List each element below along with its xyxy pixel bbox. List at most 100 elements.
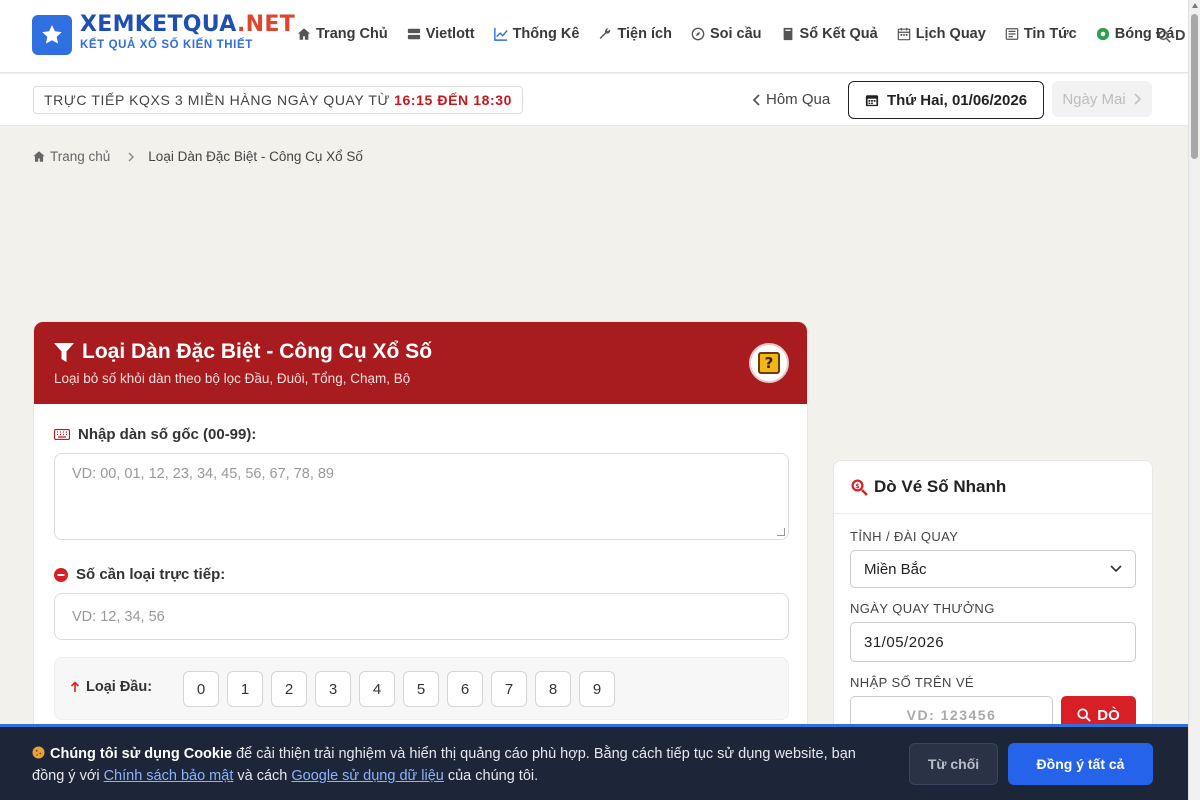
divider <box>834 513 1152 514</box>
chevron-right-icon <box>1134 93 1141 105</box>
prev-day-button[interactable]: Hôm Qua <box>752 91 830 108</box>
google-data-link[interactable]: Google sử dụng dữ liệu <box>291 768 443 784</box>
logo-main-a: XEMKETQUA <box>80 12 237 37</box>
ticket-title: $ Dò Vé Số Nhanh <box>850 477 1006 497</box>
cookie-message: Chúng tôi sử dụng Cookie để cải thiện tr… <box>32 743 872 787</box>
resize-grip-icon[interactable] <box>777 528 785 536</box>
compass-icon <box>691 27 705 41</box>
cookie-reject-button[interactable]: Từ chối <box>909 743 998 785</box>
draw-date-input[interactable]: 31/05/2026 <box>850 622 1136 662</box>
cookie-banner: Chúng tôi sử dụng Cookie để cải thiện tr… <box>0 724 1188 800</box>
source-numbers-textarea[interactable]: VD: 00, 01, 12, 23, 34, 45, 56, 67, 78, … <box>54 453 789 540</box>
nav-item-statistics[interactable]: Thống Kê <box>493 26 580 42</box>
nav-item-results-book[interactable]: Sổ Kết Quả <box>781 26 878 42</box>
scroll-up-arrow-icon[interactable] <box>1192 3 1198 8</box>
filter-icon <box>54 342 74 362</box>
live-time: 16:15 ĐẾN 18:30 <box>394 92 513 108</box>
logo-tagline: KẾT QUẢ XỔ SỐ KIẾN THIẾT <box>80 39 253 51</box>
soccer-ball-icon <box>1096 27 1109 41</box>
search-dollar-icon: $ <box>851 479 868 496</box>
breadcrumb: Trang chủ Loại Dàn Đặc Biệt - Công Cụ Xổ… <box>32 149 363 164</box>
wrench-icon <box>600 28 611 39</box>
province-select[interactable]: Miền Bắc <box>850 550 1136 588</box>
logo-star-icon[interactable] <box>32 15 72 55</box>
svg-text:$: $ <box>855 483 859 490</box>
remove-placeholder: VD: 12, 34, 56 <box>72 608 165 625</box>
head-digit-group: 0 1 2 3 4 5 6 7 8 9 <box>183 671 615 707</box>
remove-label: Số cần loại trực tiếp: <box>54 566 225 583</box>
prev-day-label: Hôm Qua <box>766 91 831 108</box>
tool-subtitle: Loại bỏ số khỏi dàn theo bộ lọc Đầu, Đuô… <box>54 371 411 386</box>
head-digit-9[interactable]: 9 <box>579 671 615 707</box>
head-digit-1[interactable]: 1 <box>227 671 263 707</box>
next-day-label: Ngày Mai <box>1062 90 1126 108</box>
source-label: Nhập dàn số gốc (00-99): <box>54 426 256 443</box>
nav-item-schedule[interactable]: Lịch Quay <box>897 26 986 42</box>
tool-title-text: Loại Dàn Đặc Biệt - Công Cụ Xổ Số <box>82 340 433 363</box>
head-digit-2[interactable]: 2 <box>271 671 307 707</box>
ticket-title-text: Dò Vé Số Nhanh <box>874 477 1007 496</box>
head-digit-8[interactable]: 8 <box>535 671 571 707</box>
site-header: XEMKETQUA.NET KẾT QUẢ XỔ SỐ KIẾN THIẾT T… <box>0 0 1188 73</box>
calendar-icon <box>897 27 911 41</box>
breadcrumb-home-label: Trang chủ <box>50 149 111 164</box>
date-label: NGÀY QUAY THƯỞNG <box>850 601 995 616</box>
page-scrollbar[interactable] <box>1188 0 1200 800</box>
question-block-icon: ? <box>758 352 780 374</box>
ticket-number-label: NHẬP SỐ TRÊN VÉ <box>850 675 974 690</box>
nav-item-soi-cau[interactable]: Soi cầu <box>691 26 762 42</box>
nav-item-utilities[interactable]: Tiện ích <box>598 26 672 42</box>
date-bar: TRỰC TIẾP KQXS 3 MIỀN HÀNG NGÀY QUAY TỪ … <box>0 74 1188 126</box>
newspaper-icon <box>1005 28 1019 40</box>
cookie-text-2: và cách <box>233 768 292 784</box>
check-ticket-label: DÒ <box>1097 706 1120 724</box>
home-icon <box>297 28 311 40</box>
live-banner: TRỰC TIẾP KQXS 3 MIỀN HÀNG NGÀY QUAY TỪ … <box>33 86 524 114</box>
cookie-bold-text: Chúng tôi sử dụng Cookie <box>50 746 233 762</box>
breadcrumb-home[interactable]: Trang chủ <box>32 149 110 164</box>
nav-item-home[interactable]: Trang Chủ <box>297 26 388 42</box>
chevron-left-icon <box>752 93 760 106</box>
nav-label: Trang Chủ <box>316 26 388 42</box>
nav-item-news[interactable]: Tin Tức <box>1005 26 1077 42</box>
nav-label: Thống Kê <box>512 26 580 42</box>
remove-label-text: Số cần loại trực tiếp: <box>76 566 226 583</box>
search-icon <box>1158 29 1171 43</box>
province-label: TỈNH / ĐÀI QUAY <box>850 529 959 544</box>
scrollbar-thumb[interactable] <box>1191 14 1198 159</box>
main-nav: Trang Chủ Vietlott Thống Kê Tiện ích Soi… <box>297 26 1174 42</box>
privacy-policy-link[interactable]: Chính sách bảo mật <box>104 768 234 784</box>
head-filter-row: Loại Đầu: 0 1 2 3 4 5 6 7 8 9 <box>54 657 789 720</box>
chevron-right-icon <box>128 152 135 161</box>
remove-numbers-input[interactable]: VD: 12, 34, 56 <box>54 593 789 640</box>
nav-label: Sổ Kết Quả <box>799 26 878 42</box>
tool-title: Loại Dàn Đặc Biệt - Công Cụ Xổ Số <box>54 340 432 364</box>
search-icon <box>1077 708 1092 722</box>
current-date-button[interactable]: Thứ Hai, 01/06/2026 <box>848 81 1044 119</box>
head-digit-7[interactable]: 7 <box>491 671 527 707</box>
ticket-number-placeholder: VD: 123456 <box>906 707 997 723</box>
nav-search[interactable]: D <box>1158 28 1185 44</box>
nav-search-label: D <box>1175 28 1186 44</box>
cookie-accept-button[interactable]: Đồng ý tất cả <box>1008 743 1153 785</box>
next-day-button[interactable]: Ngày Mai <box>1052 81 1152 117</box>
minus-circle-icon <box>54 567 68 582</box>
head-digit-6[interactable]: 6 <box>447 671 483 707</box>
nav-label: Soi cầu <box>709 26 762 42</box>
nav-item-vietlott[interactable]: Vietlott <box>407 26 475 42</box>
home-icon <box>33 151 45 162</box>
help-button[interactable]: ? <box>749 343 789 383</box>
head-digit-0[interactable]: 0 <box>183 671 219 707</box>
nav-label: Vietlott <box>425 26 475 42</box>
province-value: Miền Bắc <box>864 560 927 578</box>
current-date-label: Thứ Hai, 01/06/2026 <box>886 91 1028 109</box>
head-digit-5[interactable]: 5 <box>403 671 439 707</box>
draw-date-value: 31/05/2026 <box>864 633 945 651</box>
tool-card-header: Loại Dàn Đặc Biệt - Công Cụ Xổ Số Loại b… <box>34 322 807 404</box>
head-digit-4[interactable]: 4 <box>359 671 395 707</box>
nav-label: Tiện ích <box>617 26 672 42</box>
head-digit-3[interactable]: 3 <box>315 671 351 707</box>
calendar-icon <box>865 95 879 107</box>
site-logo[interactable]: XEMKETQUA.NET KẾT QUẢ XỔ SỐ KIẾN THIẾT <box>80 12 295 52</box>
head-filter-label: Loại Đầu: <box>70 679 152 695</box>
